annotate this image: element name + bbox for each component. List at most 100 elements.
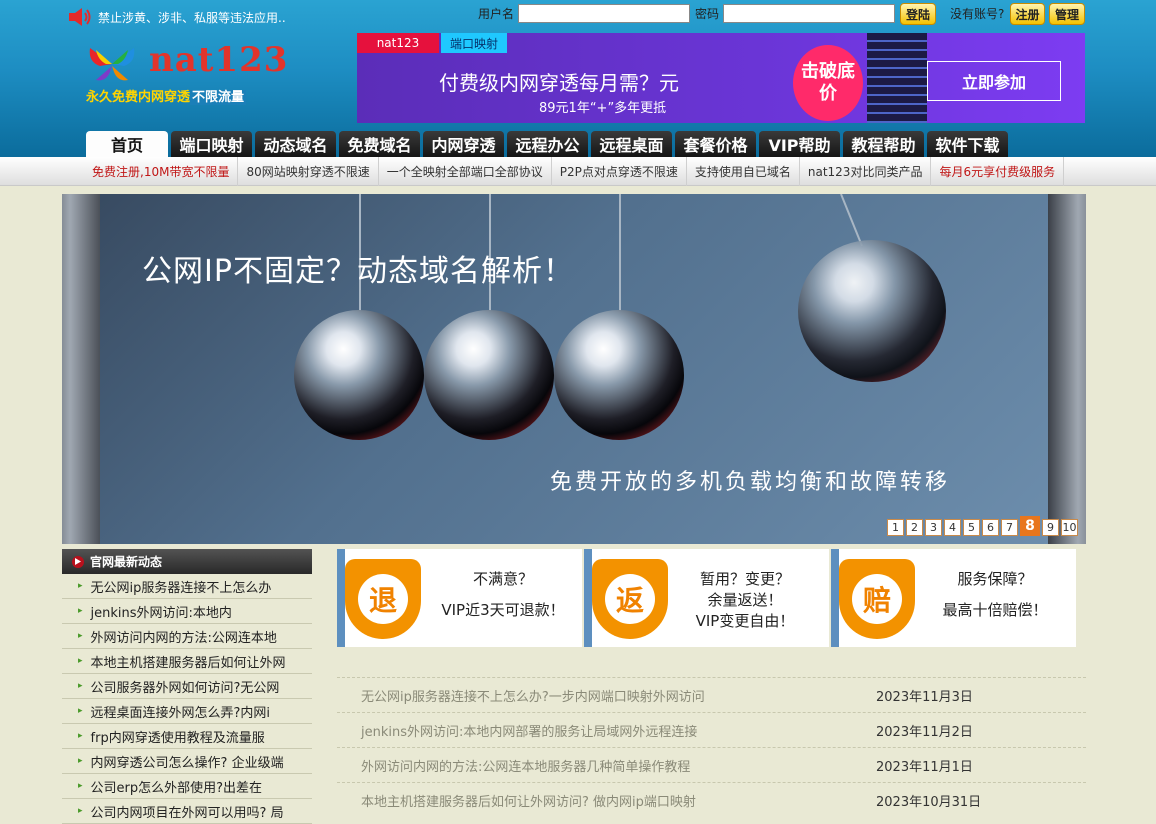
nav-tab-vip-help[interactable]: VIP帮助 bbox=[759, 131, 840, 157]
banner-price-seal: 击破底价 bbox=[793, 45, 863, 121]
server-rack-image bbox=[867, 33, 927, 123]
nav-tab-home[interactable]: 首页 bbox=[86, 131, 168, 157]
news-item[interactable]: 远程桌面连接外网怎么弄?内网i bbox=[62, 699, 312, 724]
username-label: 用户名 bbox=[478, 7, 515, 21]
card-line: 服务保障？ bbox=[957, 570, 1033, 588]
card-line: VIP近3天可退款！ bbox=[441, 601, 565, 619]
news-item[interactable]: 无公网ip服务器连接不上怎么办 bbox=[62, 574, 312, 599]
slide-page-button[interactable]: 9 bbox=[1042, 519, 1059, 536]
article-date: 2023年11月2日 bbox=[876, 724, 973, 740]
card-line: 暂用？变更？ bbox=[699, 570, 790, 588]
banner-join-button[interactable]: 立即参加 bbox=[927, 61, 1061, 101]
refund-shield-icon: 退 bbox=[345, 559, 421, 639]
slide-page-button[interactable]: 5 bbox=[963, 519, 980, 536]
article-title-link[interactable]: 本地主机搭建服务器后如何让外网访问? 做内网ip端口映射 bbox=[337, 791, 876, 810]
subnav-item[interactable]: 支持使用自已域名 bbox=[687, 157, 800, 186]
article-row: 外网访问内网的方法:公网连本地服务器几种简单操作教程 2023年11月1日 bbox=[337, 747, 1086, 782]
slide-page-button[interactable]: 10 bbox=[1061, 519, 1078, 536]
nav-tab-remote-office[interactable]: 远程办公 bbox=[507, 131, 588, 157]
news-item[interactable]: jenkins外网访问:本地内 bbox=[62, 599, 312, 624]
subnav-item[interactable]: 一个全映射全部端口全部协议 bbox=[379, 157, 552, 186]
pendulum-ball bbox=[424, 310, 554, 440]
compensation-shield-icon: 赔 bbox=[839, 559, 915, 639]
card-edge bbox=[831, 549, 839, 647]
slide-subline: 免费开放的多机负载均衡和故障转移 bbox=[550, 470, 951, 495]
subnav-item[interactable]: P2P点对点穿透不限速 bbox=[552, 157, 687, 186]
badge-glyph: 退 bbox=[358, 574, 408, 624]
pendulum-ball bbox=[554, 310, 684, 440]
nav-tab-tutorial-help[interactable]: 教程帮助 bbox=[843, 131, 924, 157]
slide-page-button-current[interactable]: 8 bbox=[1020, 516, 1040, 536]
subnav-item[interactable]: 每月6元享付费级服务 bbox=[931, 157, 1065, 186]
article-list: 无公网ip服务器连接不上怎么办?一步内网端口映射外网访问 2023年11月3日 … bbox=[337, 677, 1086, 817]
nav-tab-pricing[interactable]: 套餐价格 bbox=[675, 131, 756, 157]
banner-headline: 付费级内网穿透每月需？元 bbox=[439, 71, 679, 95]
article-title-link[interactable]: jenkins外网访问:本地内网部署的服务让局域网外远程连接 bbox=[337, 721, 876, 740]
password-input[interactable] bbox=[723, 4, 895, 23]
news-item[interactable]: 外网访问内网的方法:公网连本地 bbox=[62, 624, 312, 649]
return-shield-icon: 返 bbox=[592, 559, 668, 639]
promo-banner[interactable]: nat123 端口映射 付费级内网穿透每月需？元 89元1年“+”多年更抵 击破… bbox=[357, 33, 1085, 123]
nav-tab-software-download[interactable]: 软件下载 bbox=[927, 131, 1008, 157]
pendulum-string bbox=[619, 194, 621, 314]
manage-button[interactable]: 管理 bbox=[1049, 3, 1085, 25]
card-edge bbox=[337, 549, 345, 647]
news-item[interactable]: 公司服务器外网如何访问?无公网 bbox=[62, 674, 312, 699]
slide-page-button[interactable]: 2 bbox=[906, 519, 923, 536]
slide-page-button[interactable]: 4 bbox=[944, 519, 961, 536]
news-item[interactable]: 内网穿透公司怎么操作? 企业级端 bbox=[62, 749, 312, 774]
nav-tab-port-mapping[interactable]: 端口映射 bbox=[171, 131, 252, 157]
slide-pager: 1 2 3 4 5 6 7 8 9 10 bbox=[887, 516, 1078, 536]
slide-page-button[interactable]: 6 bbox=[982, 519, 999, 536]
banner-subline: 89元1年“+”多年更抵 bbox=[539, 101, 667, 116]
card-line: VIP变更自由！ bbox=[695, 612, 795, 630]
card-text: 服务保障？ 最高十倍赔偿！ bbox=[927, 569, 1063, 621]
pendulum-ball-swinging bbox=[798, 240, 946, 382]
nav-tab-intranet-penetration[interactable]: 内网穿透 bbox=[423, 131, 504, 157]
article-title-link[interactable]: 无公网ip服务器连接不上怎么办?一步内网端口映射外网访问 bbox=[337, 686, 876, 705]
news-item[interactable]: 公司内网项目在外网可以用吗? 局 bbox=[62, 799, 312, 824]
slide-page-button[interactable]: 7 bbox=[1001, 519, 1018, 536]
badge-glyph: 返 bbox=[605, 574, 655, 624]
logo-slogan: 永久免费内网穿透 不限流量 bbox=[86, 86, 247, 105]
card-text: 不满意？ VIP近3天可退款！ bbox=[433, 569, 573, 621]
hero-slideshow[interactable]: 公网IP不固定？动态域名解析！ 免费开放的多机负载均衡和故障转移 1 2 3 4… bbox=[62, 194, 1086, 544]
subnav-item[interactable]: 免费注册,10M带宽不限量 bbox=[84, 157, 239, 186]
nav-tab-free-domain[interactable]: 免费域名 bbox=[339, 131, 420, 157]
compensation-card[interactable]: 赔 服务保障？ 最高十倍赔偿！ bbox=[831, 549, 1076, 647]
news-item[interactable]: frp内网穿透使用教程及流量服 bbox=[62, 724, 312, 749]
article-date: 2023年10月31日 bbox=[876, 794, 982, 810]
password-label: 密码 bbox=[695, 7, 720, 21]
news-panel-header: 官网最新动态 bbox=[62, 549, 312, 574]
article-row: 本地主机搭建服务器后如何让外网访问? 做内网ip端口映射 2023年10月31日 bbox=[337, 782, 1086, 817]
pendulum-ball bbox=[294, 310, 424, 440]
login-button[interactable]: 登陆 bbox=[900, 3, 936, 25]
register-button[interactable]: 注册 bbox=[1010, 3, 1045, 25]
slogan-part2: 不限流量 bbox=[190, 90, 247, 105]
slide-page-button[interactable]: 1 bbox=[887, 519, 904, 536]
header-bar: 禁止涉黄、涉非、私服等违法应用.. 用户名 密码 登陆 没有账号? 注册 管理 … bbox=[0, 0, 1156, 157]
banner-tag-brand: nat123 bbox=[357, 33, 439, 53]
nav-tab-dynamic-dns[interactable]: 动态域名 bbox=[255, 131, 336, 157]
slide-page-button[interactable]: 3 bbox=[925, 519, 942, 536]
card-edge bbox=[584, 549, 592, 647]
subnav-item[interactable]: 80网站映射穿透不限速 bbox=[238, 157, 379, 186]
article-date: 2023年11月3日 bbox=[876, 689, 973, 705]
username-input[interactable] bbox=[518, 4, 690, 23]
nav-tab-remote-desktop[interactable]: 远程桌面 bbox=[591, 131, 672, 157]
site-logo[interactable]: nat123 永久免费内网穿透 不限流量 bbox=[86, 40, 287, 110]
return-card[interactable]: 返 暂用？变更？ 余量返送！ VIP变更自由！ bbox=[584, 549, 829, 647]
news-item[interactable]: 本地主机搭建服务器后如何让外网 bbox=[62, 649, 312, 674]
article-title-link[interactable]: 外网访问内网的方法:公网连本地服务器几种简单操作教程 bbox=[337, 756, 876, 775]
butterfly-logo-icon bbox=[89, 48, 135, 81]
news-item[interactable]: 公司erp怎么外部使用?出差在 bbox=[62, 774, 312, 799]
refund-card[interactable]: 退 不满意？ VIP近3天可退款！ bbox=[337, 549, 582, 647]
article-row: 无公网ip服务器连接不上怎么办?一步内网端口映射外网访问 2023年11月3日 bbox=[337, 677, 1086, 712]
card-line: 余量返送！ bbox=[707, 591, 783, 609]
cradle-post-right bbox=[1048, 194, 1086, 544]
subnav-item[interactable]: nat123对比同类产品 bbox=[800, 157, 932, 186]
login-form: 用户名 密码 登陆 没有账号? 注册 管理 bbox=[0, 3, 1156, 25]
news-panel: 官网最新动态 无公网ip服务器连接不上怎么办 jenkins外网访问:本地内 外… bbox=[62, 549, 312, 824]
pendulum-string bbox=[840, 194, 863, 247]
feature-subnav: 免费注册,10M带宽不限量 80网站映射穿透不限速 一个全映射全部端口全部协议 … bbox=[0, 157, 1156, 186]
